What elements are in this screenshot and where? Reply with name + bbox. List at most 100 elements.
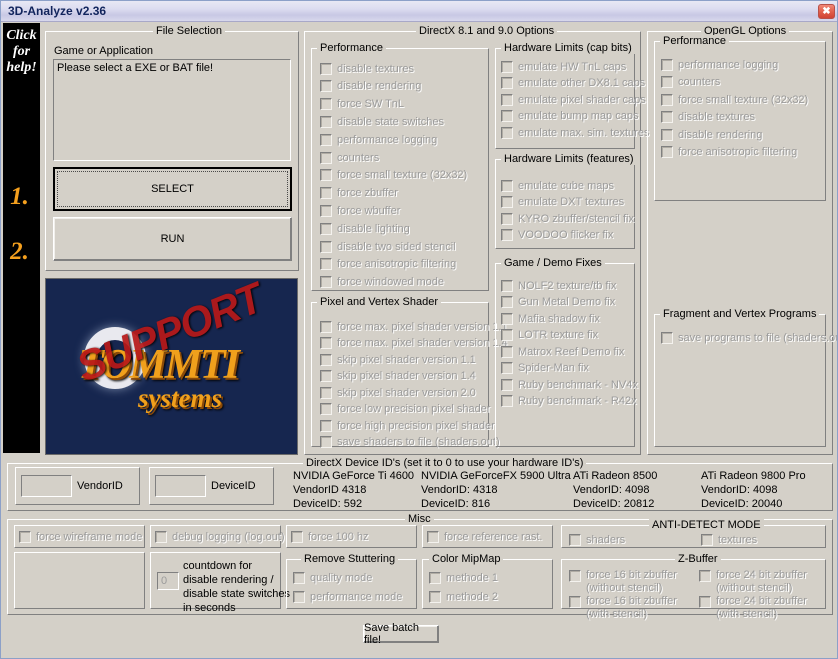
checkbox-force-anisotropic-filtering[interactable]: force anisotropic filtering xyxy=(661,145,797,160)
countdown-input[interactable]: 0 xyxy=(157,572,179,590)
checkbox-label: emulate cube maps xyxy=(518,179,614,192)
reference-card-nvidia-geforce-ti-4600: NVIDIA GeForce Ti 4600 VendorID 4318 Devic… xyxy=(293,469,414,511)
checkbox-force-wireframe-mode[interactable]: force wireframe mode xyxy=(19,529,142,544)
checkbox-label: shaders xyxy=(586,533,626,546)
zbuffer-title: Z-Buffer xyxy=(675,553,721,565)
checkbox-label: force max. pixel shader version 1.1 xyxy=(337,320,508,333)
checkbox-force-100hz[interactable]: force 100 hz xyxy=(291,529,369,544)
checkbox-spider-man-fix[interactable]: Spider-Man fix xyxy=(501,361,589,376)
checkbox-skip-pixel-shader-version-2-0[interactable]: skip pixel shader version 2.0 xyxy=(320,385,476,400)
checkbox-disable-lighting[interactable]: disable lighting xyxy=(320,221,410,236)
checkbox-counters[interactable]: counters xyxy=(661,75,720,90)
checkbox-box xyxy=(661,58,673,71)
checkbox-force-reference-rast[interactable]: force reference rast. xyxy=(427,529,542,544)
checkbox-disable-rendering[interactable]: disable rendering xyxy=(661,127,762,142)
checkbox-box xyxy=(501,362,513,374)
checkbox-matrox-reef-demo-fix[interactable]: Matrox Reef Demo fix xyxy=(501,344,624,359)
checkbox-emulate-bump-map-caps[interactable]: emulate bump map caps xyxy=(501,109,638,124)
checkbox-emulate-pixel-shader-caps[interactable]: emulate pixel shader caps xyxy=(501,92,646,107)
checkbox-disable-two-sided-stencil[interactable]: disable two sided stencil xyxy=(320,239,456,254)
checkbox-box xyxy=(320,133,332,146)
checkbox-force-wbuffer[interactable]: force wbuffer xyxy=(320,203,400,218)
checkbox-emulate-dxt-textures[interactable]: emulate DXT textures xyxy=(501,195,624,210)
checkbox-force-anisotropic-filtering[interactable]: force anisotropic filtering xyxy=(320,257,456,272)
checkbox-emulate-other-dx8-1-caps[interactable]: emulate other DX8.1 caps xyxy=(501,76,645,91)
checkbox-box xyxy=(501,93,513,106)
checkbox-methode-2[interactable]: methode 2 xyxy=(429,589,498,604)
checkbox-disable-rendering[interactable]: disable rendering xyxy=(320,79,421,94)
checkbox-force-high-precision-pixel-shader[interactable]: force high precision pixel shader xyxy=(320,418,495,433)
checkbox-debug-logging[interactable]: debug logging (log.out) xyxy=(155,529,285,544)
reference-card-vendor-id: VendorID: 4098 xyxy=(573,484,650,496)
checkbox-save-shaders-to-file-shaders-out[interactable]: save shaders to file (shaders.out) xyxy=(320,435,500,450)
checkbox-kyro-zbuffer-stencil-fix[interactable]: KYRO zbuffer/stencil fix xyxy=(501,211,634,226)
checkbox-methode-1[interactable]: methode 1 xyxy=(429,570,498,585)
checkbox-label: force anisotropic filtering xyxy=(337,258,457,271)
vendor-id-input[interactable] xyxy=(21,475,72,497)
checkbox-force-max-pixel-shader-version-1-4[interactable]: force max. pixel shader version 1.4 xyxy=(320,336,508,351)
checkbox-counters[interactable]: counters xyxy=(320,150,379,165)
close-icon[interactable]: ✖ xyxy=(818,4,835,19)
checkbox-label: disable rendering xyxy=(337,80,422,93)
checkbox-voodoo-flicker-fix[interactable]: VOODOO flicker fix xyxy=(501,228,613,243)
checkbox-force-16-bit-zbuffer-with-stencil[interactable]: force 16 bit zbuffer (with stencil) xyxy=(569,595,677,621)
checkbox-ruby-benchmark-nv4x[interactable]: Ruby benchmark - NV4x xyxy=(501,377,638,392)
checkbox-label: force wbuffer xyxy=(337,204,401,217)
checkbox-box xyxy=(320,62,332,75)
checkbox-nolf2-texture-tb-fix[interactable]: NOLF2 texture/tb fix xyxy=(501,278,616,293)
checkbox-performance-logging[interactable]: performance logging xyxy=(320,132,437,147)
checkbox-label: Spider-Man fix xyxy=(518,362,589,374)
checkbox-box xyxy=(429,571,441,584)
checkbox-force-windowed-mode[interactable]: force windowed mode xyxy=(320,275,444,290)
checkbox-force-small-texture-32x32[interactable]: force small texture (32x32) xyxy=(320,168,467,183)
checkbox-performance-logging[interactable]: performance logging xyxy=(661,57,778,72)
device-id-input[interactable] xyxy=(155,475,206,497)
checkbox-emulate-cube-maps[interactable]: emulate cube maps xyxy=(501,178,614,193)
checkbox-label: force small texture (32x32) xyxy=(337,169,468,182)
save-batch-file-button[interactable]: Save batch file! xyxy=(363,622,439,646)
checkbox-box xyxy=(320,222,332,235)
checkbox-skip-pixel-shader-version-1-4[interactable]: skip pixel shader version 1.4 xyxy=(320,369,476,384)
help-sidebar[interactable]: Click for help! 1. 2. xyxy=(3,23,40,453)
checkbox-disable-textures[interactable]: disable textures xyxy=(661,110,755,125)
run-button[interactable]: RUN xyxy=(53,217,292,261)
checkbox-label: skip pixel shader version 1.1 xyxy=(337,353,476,366)
checkbox-skip-pixel-shader-version-1-1[interactable]: skip pixel shader version 1.1 xyxy=(320,352,476,367)
checkbox-disable-textures[interactable]: disable textures xyxy=(320,61,414,76)
checkbox-textures[interactable]: textures xyxy=(701,532,757,547)
checkbox-force-24-bit-zbuffer-without-stencil[interactable]: force 24 bit zbuffer (without stencil) xyxy=(699,569,807,595)
anti-detect-mode-title: ANTI-DETECT MODE xyxy=(649,519,764,531)
window-title: 3D-Analyze v2.36 xyxy=(8,4,107,18)
checkbox-force-small-texture-32x32[interactable]: force small texture (32x32) xyxy=(661,92,808,107)
checkbox-box xyxy=(501,395,513,407)
checkbox-label: quality mode xyxy=(310,571,373,584)
checkbox-force-max-pixel-shader-version-1-1[interactable]: force max. pixel shader version 1.1 xyxy=(320,319,508,334)
checkbox-label: debug logging (log.out) xyxy=(172,530,285,543)
checkbox-lotr-texture-fix[interactable]: LOTR texture fix xyxy=(501,328,598,343)
checkbox-mafia-shadow-fix[interactable]: Mafia shadow fix xyxy=(501,311,600,326)
checkbox-label: disable textures xyxy=(337,62,415,75)
select-button[interactable]: SELECT xyxy=(53,167,292,211)
reference-card-name: NVIDIA GeForceFX 5900 Ultra xyxy=(421,470,571,482)
checkbox-emulate-hw-tnl-caps[interactable]: emulate HW TnL caps xyxy=(501,59,626,74)
checkbox-performance-mode[interactable]: performance mode xyxy=(293,589,402,604)
checkbox-disable-state-switches[interactable]: disable state switches xyxy=(320,114,444,129)
checkbox-emulate-max-sim-textures[interactable]: emulate max. sim. textures xyxy=(501,125,649,140)
countdown-label-line-1: countdown for xyxy=(183,560,253,572)
checkbox-box xyxy=(699,570,711,582)
checkbox-force-24-bit-zbuffer-with-stencil[interactable]: force 24 bit zbuffer (with stencil) xyxy=(699,595,807,621)
checkbox-save-programs-to-file-shaders-out[interactable]: save programs to file (shaders.out) xyxy=(661,330,837,345)
selected-file-display[interactable]: Please select a EXE or BAT file! xyxy=(53,59,291,161)
checkbox-force-low-precision-pixel-shader[interactable]: force low precision pixel shader xyxy=(320,402,490,417)
checkbox-box xyxy=(320,419,332,432)
checkbox-force-zbuffer[interactable]: force zbuffer xyxy=(320,186,398,201)
checkbox-ruby-benchmark-r42x[interactable]: Ruby benchmark - R42x xyxy=(501,394,637,409)
checkbox-force-16-bit-zbuffer-without-stencil[interactable]: force 16 bit zbuffer (without stencil) xyxy=(569,569,677,595)
checkbox-box xyxy=(291,530,303,543)
checkbox-gun-metal-demo-fix[interactable]: Gun Metal Demo fix xyxy=(501,295,615,310)
checkbox-quality-mode[interactable]: quality mode xyxy=(293,570,372,585)
checkbox-box xyxy=(320,258,332,271)
checkbox-label: force low precision pixel shader xyxy=(337,403,491,415)
checkbox-shaders[interactable]: shaders xyxy=(569,532,625,547)
checkbox-force-sw-tnl[interactable]: force SW TnL xyxy=(320,97,404,112)
